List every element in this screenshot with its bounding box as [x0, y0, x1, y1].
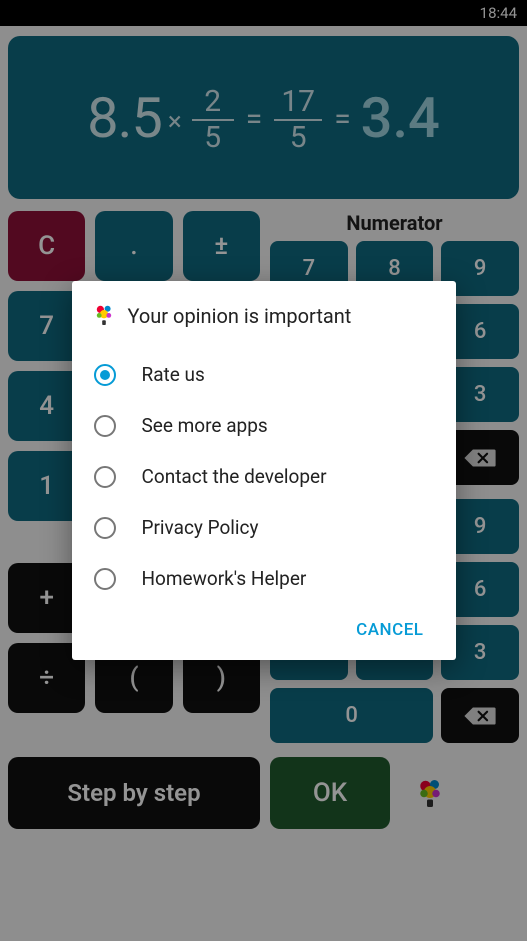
option-see-more-apps[interactable]: See more apps — [92, 400, 436, 451]
option-label: Contact the developer — [142, 465, 327, 488]
modal-overlay[interactable]: Your opinion is important Rate us See mo… — [0, 0, 527, 941]
radio-icon — [94, 568, 116, 590]
radio-icon — [94, 466, 116, 488]
option-label: See more apps — [142, 414, 268, 437]
opinion-dialog: Your opinion is important Rate us See mo… — [72, 281, 456, 660]
option-privacy-policy[interactable]: Privacy Policy — [92, 502, 436, 553]
option-label: Homework's Helper — [142, 567, 307, 590]
dialog-title: Your opinion is important — [128, 304, 352, 328]
option-homeworks-helper[interactable]: Homework's Helper — [92, 553, 436, 604]
cancel-button[interactable]: CANCEL — [348, 614, 431, 646]
option-contact-developer[interactable]: Contact the developer — [92, 451, 436, 502]
option-label: Privacy Policy — [142, 516, 259, 539]
radio-icon — [94, 415, 116, 437]
option-rate-us[interactable]: Rate us — [92, 349, 436, 400]
cancel-label: CANCEL — [356, 620, 423, 640]
option-label: Rate us — [142, 363, 205, 386]
lightbulb-icon — [92, 301, 116, 331]
radio-icon — [94, 364, 116, 386]
radio-icon — [94, 517, 116, 539]
